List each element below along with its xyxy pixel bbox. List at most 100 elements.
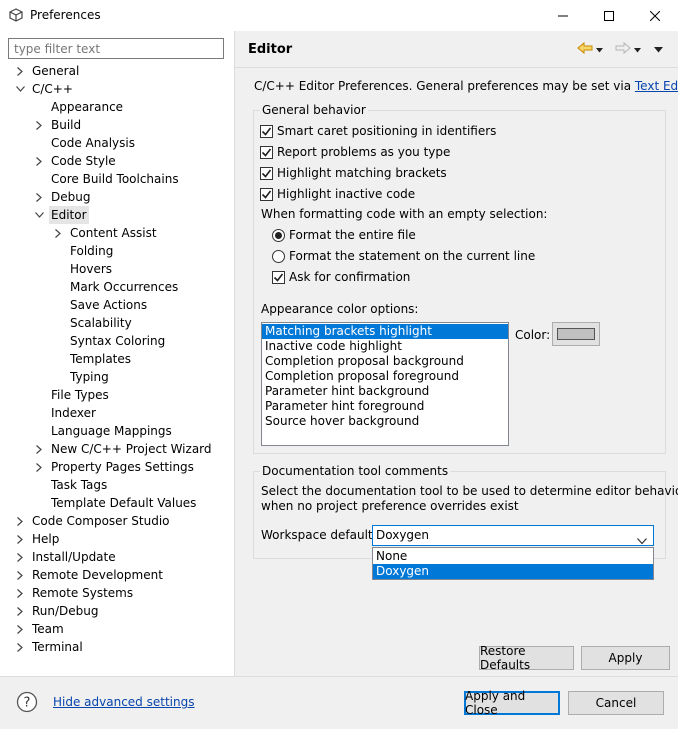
tree-item[interactable]: General bbox=[0, 62, 234, 80]
radio-format-statement[interactable]: Format the statement on the current line bbox=[272, 247, 535, 265]
chevron-right-icon[interactable] bbox=[33, 116, 45, 134]
tree-item-label: Help bbox=[32, 532, 60, 546]
page-title: Editor bbox=[248, 42, 293, 57]
color-options-list[interactable]: Matching brackets highlight Inactive code… bbox=[261, 322, 509, 446]
help-button[interactable]: ? bbox=[16, 691, 38, 716]
tree-item-label: New C/C++ Project Wizard bbox=[51, 442, 212, 456]
chevron-right-icon[interactable] bbox=[14, 548, 26, 566]
back-button[interactable] bbox=[577, 41, 603, 57]
tree-item[interactable]: Build bbox=[0, 116, 234, 134]
tree-item[interactable]: Debug bbox=[0, 188, 234, 206]
chevron-right-icon[interactable] bbox=[14, 638, 26, 656]
color-swatch bbox=[557, 328, 595, 340]
smart-caret-checkbox[interactable]: Smart caret positioning in identifiers bbox=[260, 122, 496, 140]
tree-item[interactable]: Syntax Coloring bbox=[0, 332, 234, 350]
chevron-right-icon[interactable] bbox=[14, 584, 26, 602]
ask-confirmation-checkbox[interactable]: Ask for confirmation bbox=[272, 268, 410, 286]
doc-tool-option[interactable]: None bbox=[373, 549, 653, 564]
chevron-down-icon[interactable] bbox=[33, 206, 45, 224]
apply-button[interactable]: Apply bbox=[581, 646, 670, 670]
hide-advanced-link[interactable]: Hide advanced settings bbox=[53, 695, 194, 709]
radio-format-entire-file[interactable]: Format the entire file bbox=[272, 226, 416, 244]
tree-item[interactable]: Help bbox=[0, 530, 234, 548]
chevron-right-icon[interactable] bbox=[14, 602, 26, 620]
cancel-button[interactable]: Cancel bbox=[568, 691, 664, 715]
color-picker-button[interactable] bbox=[552, 322, 600, 346]
tree-item[interactable]: Mark Occurrences bbox=[0, 278, 234, 296]
tree-item[interactable]: Content Assist bbox=[0, 224, 234, 242]
tree-item[interactable]: Team bbox=[0, 620, 234, 638]
back-arrow-icon bbox=[577, 41, 593, 58]
chevron-right-icon[interactable] bbox=[33, 458, 45, 476]
tree-item-label: Code Composer Studio bbox=[32, 514, 170, 528]
restore-defaults-button[interactable]: Restore Defaults bbox=[479, 644, 574, 672]
text-editors-link[interactable]: Text Editors bbox=[635, 79, 678, 93]
color-option-item[interactable]: Parameter hint background bbox=[262, 384, 508, 399]
tree-item[interactable]: Code Composer Studio bbox=[0, 512, 234, 530]
chevron-right-icon[interactable] bbox=[52, 224, 64, 242]
tree-item[interactable]: File Types bbox=[0, 386, 234, 404]
tree-item[interactable]: Terminal bbox=[0, 638, 234, 656]
maximize-button[interactable] bbox=[586, 0, 632, 31]
tree-item[interactable]: Code Analysis bbox=[0, 134, 234, 152]
tree-item-label: Save Actions bbox=[70, 298, 148, 312]
tree-item[interactable]: Typing bbox=[0, 368, 234, 386]
tree-item[interactable]: Code Style bbox=[0, 152, 234, 170]
tree-item[interactable]: C/C++ bbox=[0, 80, 234, 98]
tree-item-label: Content Assist bbox=[70, 226, 157, 240]
tree-item[interactable]: Run/Debug bbox=[0, 602, 234, 620]
tree-item-label: Run/Debug bbox=[32, 604, 99, 618]
chevron-down-icon[interactable] bbox=[14, 80, 26, 98]
chevron-right-icon[interactable] bbox=[33, 188, 45, 206]
tree-item[interactable]: Core Build Toolchains bbox=[0, 170, 234, 188]
chevron-right-icon[interactable] bbox=[14, 512, 26, 530]
color-option-item[interactable]: Source hover background bbox=[262, 414, 508, 429]
chevron-right-icon[interactable] bbox=[14, 620, 26, 638]
color-option-item[interactable]: Inactive code highlight bbox=[262, 339, 508, 354]
tree-item-label: Remote Systems bbox=[32, 586, 134, 600]
chevron-right-icon[interactable] bbox=[14, 62, 26, 80]
tree-item[interactable]: Save Actions bbox=[0, 296, 234, 314]
filter-input[interactable] bbox=[8, 38, 224, 59]
tree-item-label: Core Build Toolchains bbox=[51, 172, 179, 186]
minimize-button[interactable] bbox=[540, 0, 586, 31]
tree-item-label: Remote Development bbox=[32, 568, 163, 582]
tree-item[interactable]: Appearance bbox=[0, 98, 234, 116]
tree-item[interactable]: Language Mappings bbox=[0, 422, 234, 440]
app-icon bbox=[9, 8, 23, 22]
highlight-inactive-checkbox[interactable]: Highlight inactive code bbox=[260, 185, 415, 203]
chevron-right-icon[interactable] bbox=[33, 152, 45, 170]
checkbox-indicator bbox=[260, 124, 273, 138]
tree-item[interactable]: Scalability bbox=[0, 314, 234, 332]
view-menu-button[interactable] bbox=[654, 41, 663, 57]
tree-item-label: Syntax Coloring bbox=[70, 334, 166, 348]
color-option-item[interactable]: Completion proposal foreground bbox=[262, 369, 508, 384]
highlight-brackets-checkbox[interactable]: Highlight matching brackets bbox=[260, 164, 447, 182]
chevron-right-icon[interactable] bbox=[14, 530, 26, 548]
tree-item[interactable]: Task Tags bbox=[0, 476, 234, 494]
chevron-right-icon[interactable] bbox=[14, 566, 26, 584]
apply-and-close-button[interactable]: Apply and Close bbox=[464, 689, 560, 717]
tree-item[interactable]: Remote Systems bbox=[0, 584, 234, 602]
tree-item[interactable]: Folding bbox=[0, 242, 234, 260]
checkbox-indicator bbox=[260, 166, 273, 180]
close-button[interactable] bbox=[632, 0, 678, 31]
tree-item[interactable]: Templates bbox=[0, 350, 234, 368]
tree-item[interactable]: Template Default Values bbox=[0, 494, 234, 512]
tree-item[interactable]: New C/C++ Project Wizard bbox=[0, 440, 234, 458]
tree-item-label: Appearance bbox=[51, 100, 124, 114]
tree-item[interactable]: Property Pages Settings bbox=[0, 458, 234, 476]
forward-button[interactable] bbox=[615, 41, 641, 57]
color-option-item[interactable]: Parameter hint foreground bbox=[262, 399, 508, 414]
tree-item[interactable]: Hovers bbox=[0, 260, 234, 278]
tree-item[interactable]: Editor bbox=[0, 206, 234, 224]
tree-item[interactable]: Remote Development bbox=[0, 566, 234, 584]
tree-item[interactable]: Install/Update bbox=[0, 548, 234, 566]
report-problems-checkbox[interactable]: Report problems as you type bbox=[260, 143, 450, 161]
doc-tool-option[interactable]: Doxygen bbox=[373, 564, 653, 579]
tree-item[interactable]: Indexer bbox=[0, 404, 234, 422]
workspace-default-select[interactable]: Doxygen bbox=[372, 525, 654, 546]
color-option-item[interactable]: Completion proposal background bbox=[262, 354, 508, 369]
chevron-right-icon[interactable] bbox=[33, 440, 45, 458]
color-option-item[interactable]: Matching brackets highlight bbox=[262, 324, 508, 339]
